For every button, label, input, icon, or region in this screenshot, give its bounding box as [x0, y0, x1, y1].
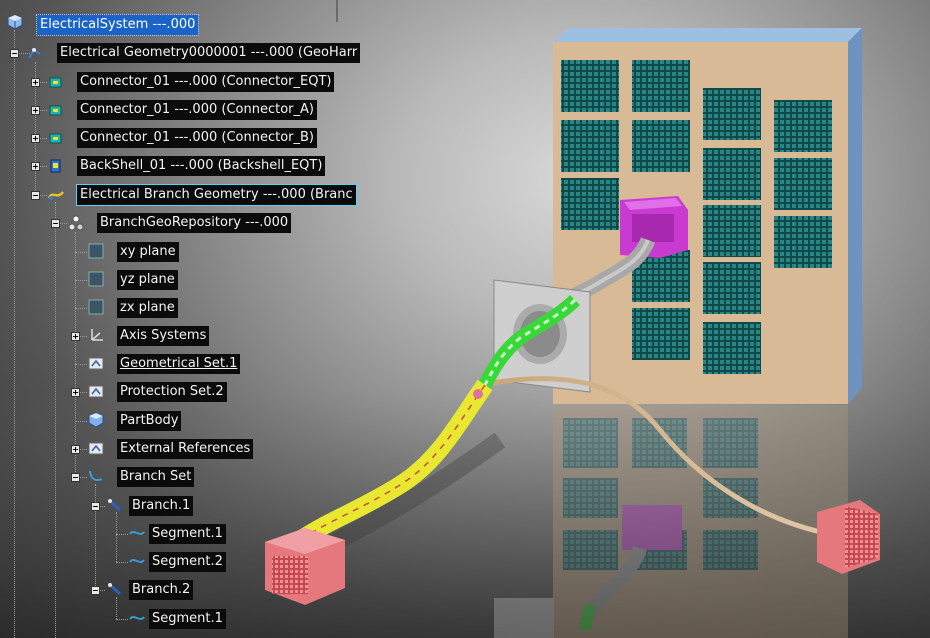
- tree-item-external-references[interactable]: External References: [117, 439, 254, 459]
- tree-item-branch1-segment-1[interactable]: Segment.1: [149, 524, 226, 544]
- geometry-icon[interactable]: [26, 44, 44, 62]
- tree-line: [75, 252, 87, 253]
- equipment-panel[interactable]: [553, 28, 862, 404]
- branch-icon[interactable]: [106, 496, 124, 514]
- branch-icon[interactable]: [106, 580, 124, 598]
- tree-item-branch-set[interactable]: Branch Set: [117, 467, 195, 487]
- tree-item-axis-systems[interactable]: Axis Systems: [117, 326, 210, 346]
- tree-line: [116, 512, 117, 562]
- geometrical-set-icon[interactable]: [87, 354, 105, 372]
- specification-tree[interactable]: ElectricalSystem ---.000 Electrical Geom…: [0, 0, 361, 638]
- tree-item-backshell[interactable]: BackShell_01 ---.000 (Backshell_EQT): [77, 156, 326, 176]
- tree-line: [55, 202, 56, 638]
- segment-icon[interactable]: [128, 609, 146, 627]
- tree-line: [116, 597, 117, 619]
- tree-line: [75, 280, 87, 281]
- tree-line: [75, 232, 76, 478]
- geometrical-set-icon[interactable]: [87, 382, 105, 400]
- branch-geometry-icon[interactable]: [47, 186, 65, 204]
- expand-toggle[interactable]: [71, 388, 80, 397]
- tree-item-geometrical-set[interactable]: Geometrical Set.1: [117, 354, 241, 374]
- repository-icon[interactable]: [67, 214, 85, 232]
- expand-toggle[interactable]: [31, 106, 40, 115]
- tree-item-connector-eqt[interactable]: Connector_01 ---.000 (Connector_EQT): [77, 72, 335, 92]
- tree-line: [75, 308, 87, 309]
- tree-item-electrical-system[interactable]: ElectricalSystem ---.000: [35, 14, 200, 36]
- tree-line: [116, 534, 128, 535]
- collapse-toggle[interactable]: [71, 473, 80, 482]
- tree-line: [75, 421, 87, 422]
- tree-line: [75, 364, 87, 365]
- tree-line: [95, 484, 96, 592]
- segment-icon[interactable]: [128, 552, 146, 570]
- window-divider: [336, 0, 338, 22]
- tree-item-protection-set[interactable]: Protection Set.2: [117, 382, 227, 402]
- tree-item-branch-1[interactable]: Branch.1: [129, 496, 194, 516]
- connector-icon[interactable]: [47, 101, 65, 119]
- tree-item-part-body[interactable]: PartBody: [117, 411, 182, 431]
- product-icon[interactable]: [6, 13, 24, 31]
- tree-item-yz-plane[interactable]: yz plane: [117, 270, 178, 290]
- tree-line: [14, 30, 15, 638]
- tree-item-branch-2[interactable]: Branch.2: [129, 580, 194, 600]
- expand-toggle[interactable]: [31, 162, 40, 171]
- backshell-connector[interactable]: [620, 196, 688, 258]
- expand-toggle[interactable]: [71, 332, 80, 341]
- part-body-icon[interactable]: [87, 411, 105, 429]
- expand-toggle[interactable]: [31, 134, 40, 143]
- tree-item-electrical-geometry[interactable]: Electrical Geometry0000001 ---.000 (GeoH…: [57, 43, 361, 63]
- collapse-toggle[interactable]: [91, 502, 100, 511]
- backshell-icon[interactable]: [47, 157, 65, 175]
- tree-line: [116, 562, 128, 563]
- branch-set-icon[interactable]: [87, 467, 105, 485]
- tree-item-repository[interactable]: BranchGeoRepository ---.000: [97, 213, 292, 233]
- collapse-toggle[interactable]: [10, 49, 19, 58]
- plane-icon[interactable]: [87, 270, 105, 288]
- geometrical-set-icon[interactable]: [87, 439, 105, 457]
- plane-icon[interactable]: [87, 298, 105, 316]
- connector-right[interactable]: [817, 500, 880, 574]
- axis-system-icon[interactable]: [88, 326, 106, 344]
- expand-toggle[interactable]: [71, 445, 80, 454]
- tree-item-branch-geometry[interactable]: Electrical Branch Geometry ---.000 (Bran…: [76, 184, 357, 206]
- tree-item-connector-a[interactable]: Connector_01 ---.000 (Connector_A): [77, 100, 317, 120]
- collapse-toggle[interactable]: [51, 219, 60, 228]
- mounting-bracket[interactable]: [493, 279, 591, 393]
- connector-icon[interactable]: [47, 73, 65, 91]
- tree-item-branch1-segment-2[interactable]: Segment.2: [149, 552, 226, 572]
- tree-item-zx-plane[interactable]: zx plane: [117, 298, 178, 318]
- segment-icon[interactable]: [128, 524, 146, 542]
- expand-toggle[interactable]: [31, 78, 40, 87]
- tree-item-branch2-segment-1[interactable]: Segment.1: [149, 609, 226, 629]
- tree-item-connector-b[interactable]: Connector_01 ---.000 (Connector_B): [77, 128, 317, 148]
- connector-icon[interactable]: [47, 129, 65, 147]
- tree-item-xy-plane[interactable]: xy plane: [117, 242, 179, 262]
- collapse-toggle[interactable]: [31, 191, 40, 200]
- plane-icon[interactable]: [87, 242, 105, 260]
- tree-line: [116, 619, 128, 620]
- collapse-toggle[interactable]: [91, 586, 100, 595]
